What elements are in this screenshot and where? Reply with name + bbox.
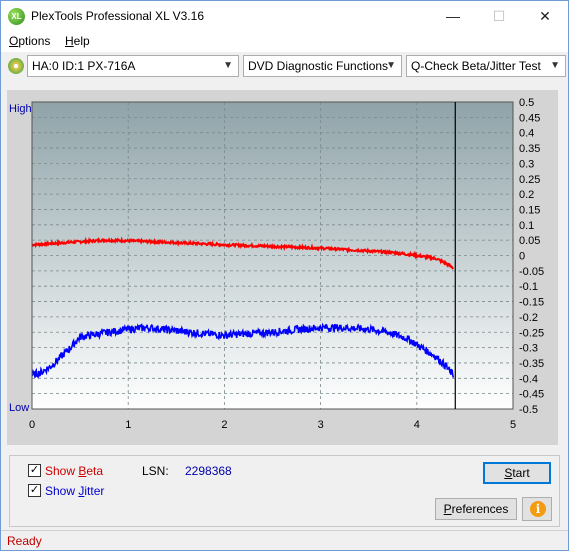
title-bar: XL PlexTools Professional XL V3.16 — ☐ ✕	[1, 1, 568, 31]
info-icon: i	[530, 501, 546, 517]
chevron-down-icon: ▼	[386, 60, 396, 71]
x-tick-label: 0	[29, 419, 35, 431]
y-tick-label: 0.15	[519, 204, 540, 216]
menu-options[interactable]: Options	[9, 34, 50, 48]
maximize-button[interactable]: ☐	[476, 1, 522, 31]
toolbar: HA:0 ID:1 PX-716A ▼ DVD Diagnostic Funct…	[1, 53, 568, 79]
y-tick-label: -0.4	[519, 373, 538, 385]
minimize-button[interactable]: —	[430, 1, 476, 31]
y-tick-label: 0.3	[519, 158, 534, 170]
menu-help[interactable]: Help	[65, 34, 90, 48]
y-tick-label: -0.5	[519, 404, 538, 416]
x-tick-label: 3	[318, 419, 324, 431]
y-tick-label: 0.4	[519, 128, 534, 140]
preferences-button[interactable]: Preferences	[435, 498, 517, 520]
y-tick-label: -0.45	[519, 389, 544, 401]
y-tick-label: 0.45	[519, 112, 540, 124]
high-label: High	[9, 103, 32, 115]
chevron-down-icon: ▼	[223, 60, 233, 71]
x-tick-label: 4	[414, 419, 420, 431]
y-tick-label: -0.05	[519, 266, 544, 278]
info-button[interactable]: i	[522, 497, 552, 521]
y-tick-label: 0.05	[519, 235, 540, 247]
app-logo-icon: XL	[8, 8, 25, 25]
drive-select-value: HA:0 ID:1 PX-716A	[32, 59, 136, 73]
y-tick-label: -0.2	[519, 312, 538, 324]
low-label: Low	[9, 402, 29, 414]
drive-disc-icon	[8, 58, 24, 74]
controls-panel: ✓ Show Beta ✓ Show Jitter LSN: 2298368 S…	[9, 455, 560, 527]
chevron-down-icon: ▼	[550, 60, 560, 71]
chart-panel: 0.5 0.45 0.4 0.35 0.3 0.25 0.2 0.15 0.1 0.05 0 -0.0…	[7, 90, 558, 445]
show-jitter-checkbox[interactable]: ✓	[28, 484, 41, 497]
y-tick-label: -0.3	[519, 343, 538, 355]
show-jitter-label[interactable]: Show Jitter	[45, 484, 104, 498]
y-tick-label: -0.1	[519, 281, 538, 293]
y-tick-label: 0.1	[519, 220, 534, 232]
x-tick-label: 1	[125, 419, 131, 431]
lsn-label: LSN:	[142, 464, 169, 478]
beta-jitter-chart: 0.5 0.45 0.4 0.35 0.3 0.25 0.2 0.15 0.1 0.05 0 -0.0…	[9, 97, 544, 431]
status-bar: Ready	[1, 530, 568, 550]
y-tick-label: -0.25	[519, 327, 544, 339]
test-select-value: Q-Check Beta/Jitter Test	[411, 59, 541, 73]
function-select-value: DVD Diagnostic Functions	[248, 59, 389, 73]
y-tick-label: 0	[519, 251, 525, 263]
app-window: XL PlexTools Professional XL V3.16 — ☐ ✕…	[0, 0, 569, 551]
y-tick-label: -0.15	[519, 297, 544, 309]
menu-bar: Options Help	[1, 31, 568, 52]
drive-select[interactable]: HA:0 ID:1 PX-716A ▼	[27, 55, 239, 77]
y-tick-label: 0.35	[519, 143, 540, 155]
test-select[interactable]: Q-Check Beta/Jitter Test ▼	[406, 55, 566, 77]
x-tick-label: 5	[510, 419, 516, 431]
y-tick-label: 0.25	[519, 174, 540, 186]
x-tick-label: 2	[221, 419, 227, 431]
close-button[interactable]: ✕	[522, 1, 568, 31]
start-button[interactable]: Start	[483, 462, 551, 484]
y-tick-label: 0.2	[519, 189, 534, 201]
status-text: Ready	[7, 534, 42, 548]
show-beta-checkbox[interactable]: ✓	[28, 464, 41, 477]
y-tick-label: 0.5	[519, 97, 534, 109]
function-select[interactable]: DVD Diagnostic Functions ▼	[243, 55, 402, 77]
show-beta-label[interactable]: Show Beta	[45, 464, 103, 478]
lsn-value: 2298368	[185, 464, 232, 478]
window-title: PlexTools Professional XL V3.16	[31, 9, 204, 23]
y-tick-label: -0.35	[519, 358, 544, 370]
